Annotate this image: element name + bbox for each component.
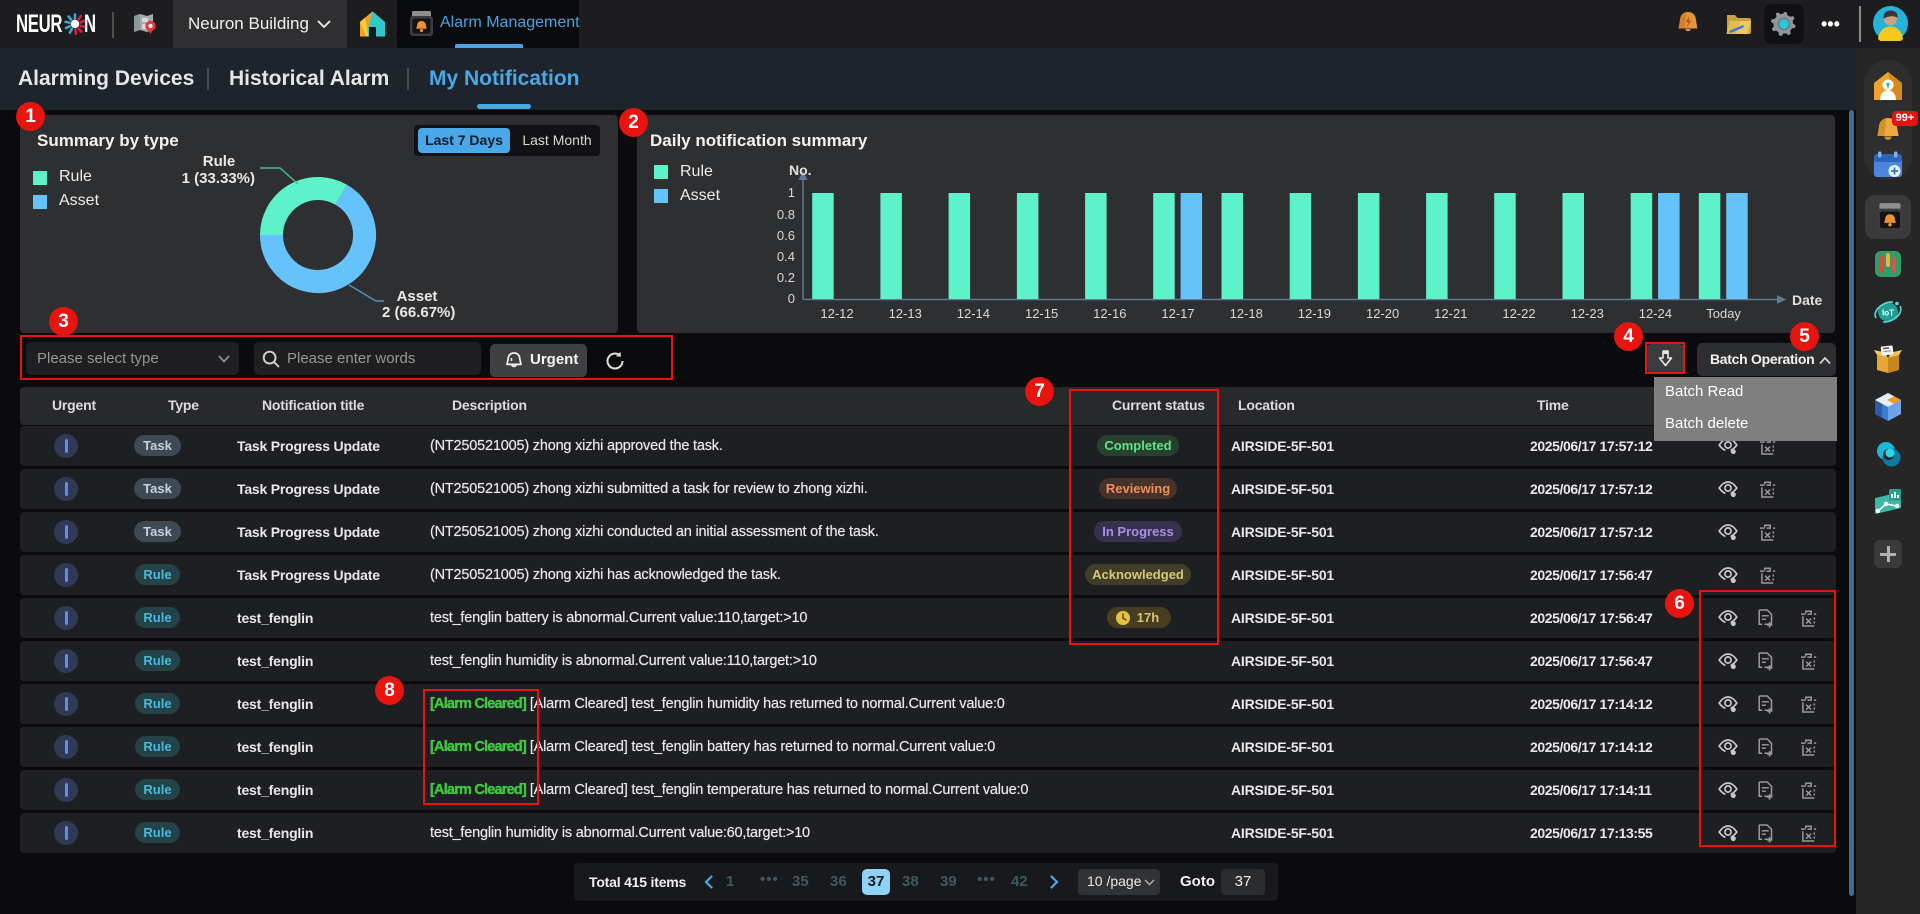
svg-text:Date: Date [1792,292,1823,308]
svg-text:12-16: 12-16 [1093,306,1126,321]
svg-text:12-20: 12-20 [1366,306,1399,321]
svg-text:12-17: 12-17 [1161,306,1194,321]
svg-text:0.2: 0.2 [777,270,795,285]
svg-text:0.8: 0.8 [777,207,795,222]
svg-text:12-19: 12-19 [1298,306,1331,321]
svg-text:12-13: 12-13 [889,306,922,321]
svg-text:12-22: 12-22 [1502,306,1535,321]
svg-text:12-18: 12-18 [1230,306,1263,321]
svg-text:12-24: 12-24 [1639,306,1672,321]
svg-text:IoT: IoT [1882,309,1894,318]
svg-text:0.4: 0.4 [777,249,795,264]
svg-text:1: 1 [788,185,795,200]
svg-text:No.: No. [789,162,812,178]
svg-text:0: 0 [788,291,795,306]
svg-text:12-21: 12-21 [1434,306,1467,321]
svg-text:0.6: 0.6 [777,228,795,243]
svg-text:Today: Today [1706,306,1741,321]
svg-text:12-14: 12-14 [957,306,990,321]
svg-text:12-15: 12-15 [1025,306,1058,321]
svg-text:12-12: 12-12 [820,306,853,321]
svg-text:12-23: 12-23 [1571,306,1604,321]
